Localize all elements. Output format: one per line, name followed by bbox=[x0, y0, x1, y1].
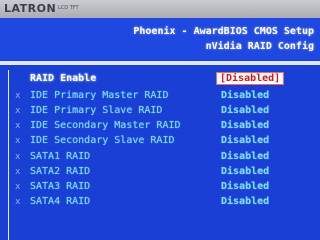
row-marker: x bbox=[15, 106, 21, 116]
setting-value[interactable]: Disabled bbox=[221, 135, 269, 146]
page-title: nVidia RAID Config bbox=[205, 41, 314, 52]
monitor-bezel: LATRON LCD TFT bbox=[0, 0, 320, 18]
setting-label: RAID Enable bbox=[30, 73, 97, 84]
setting-value-selected[interactable]: [Disabled] bbox=[216, 72, 285, 85]
setting-row-raid-enable[interactable]: RAID Enable [Disabled] bbox=[0, 72, 320, 87]
monitor-brand-suffix: LCD TFT bbox=[58, 5, 79, 11]
setting-label: IDE Secondary Slave RAID bbox=[30, 135, 175, 146]
setting-value[interactable]: Disabled bbox=[221, 90, 269, 101]
row-marker: x bbox=[15, 91, 21, 101]
bios-screen: Phoenix - AwardBIOS CMOS Setup nVidia RA… bbox=[0, 18, 320, 240]
setting-row-ide-secondary-master[interactable]: x IDE Secondary Master RAID Disabled bbox=[0, 120, 320, 134]
bios-header: Phoenix - AwardBIOS CMOS Setup nVidia RA… bbox=[0, 18, 320, 60]
setting-row-sata2[interactable]: x SATA2 RAID Disabled bbox=[0, 166, 320, 180]
setting-label: IDE Primary Slave RAID bbox=[30, 105, 163, 116]
row-marker: x bbox=[15, 167, 21, 177]
monitor-brand-logo: LATRON bbox=[4, 2, 57, 15]
setting-value[interactable]: Disabled bbox=[221, 196, 269, 207]
setting-value[interactable]: Disabled bbox=[221, 120, 269, 131]
setting-label: SATA3 RAID bbox=[30, 181, 91, 192]
setting-value[interactable]: Disabled bbox=[221, 151, 269, 162]
setting-label: IDE Primary Master RAID bbox=[30, 90, 169, 101]
setting-value[interactable]: Disabled bbox=[221, 105, 269, 116]
setting-row-ide-primary-slave[interactable]: x IDE Primary Slave RAID Disabled bbox=[0, 105, 320, 119]
setting-label: SATA4 RAID bbox=[30, 196, 91, 207]
row-marker: x bbox=[15, 136, 21, 146]
setting-row-sata3[interactable]: x SATA3 RAID Disabled bbox=[0, 181, 320, 195]
setting-label: SATA1 RAID bbox=[30, 151, 91, 162]
setting-row-ide-primary-master[interactable]: x IDE Primary Master RAID Disabled bbox=[0, 90, 320, 104]
setting-label: SATA2 RAID bbox=[30, 166, 91, 177]
row-marker: x bbox=[15, 182, 21, 192]
row-marker: x bbox=[15, 121, 21, 131]
setting-row-sata4[interactable]: x SATA4 RAID Disabled bbox=[0, 196, 320, 210]
setting-row-sata1[interactable]: x SATA1 RAID Disabled bbox=[0, 151, 320, 165]
bios-title: Phoenix - AwardBIOS CMOS Setup bbox=[133, 26, 314, 37]
row-marker: x bbox=[15, 197, 21, 207]
setting-row-ide-secondary-slave[interactable]: x IDE Secondary Slave RAID Disabled bbox=[0, 135, 320, 149]
setting-value[interactable]: Disabled bbox=[221, 181, 269, 192]
setting-label: IDE Secondary Master RAID bbox=[30, 120, 181, 131]
setting-value[interactable]: Disabled bbox=[221, 166, 269, 177]
header-divider bbox=[0, 61, 320, 65]
row-marker: x bbox=[15, 152, 21, 162]
